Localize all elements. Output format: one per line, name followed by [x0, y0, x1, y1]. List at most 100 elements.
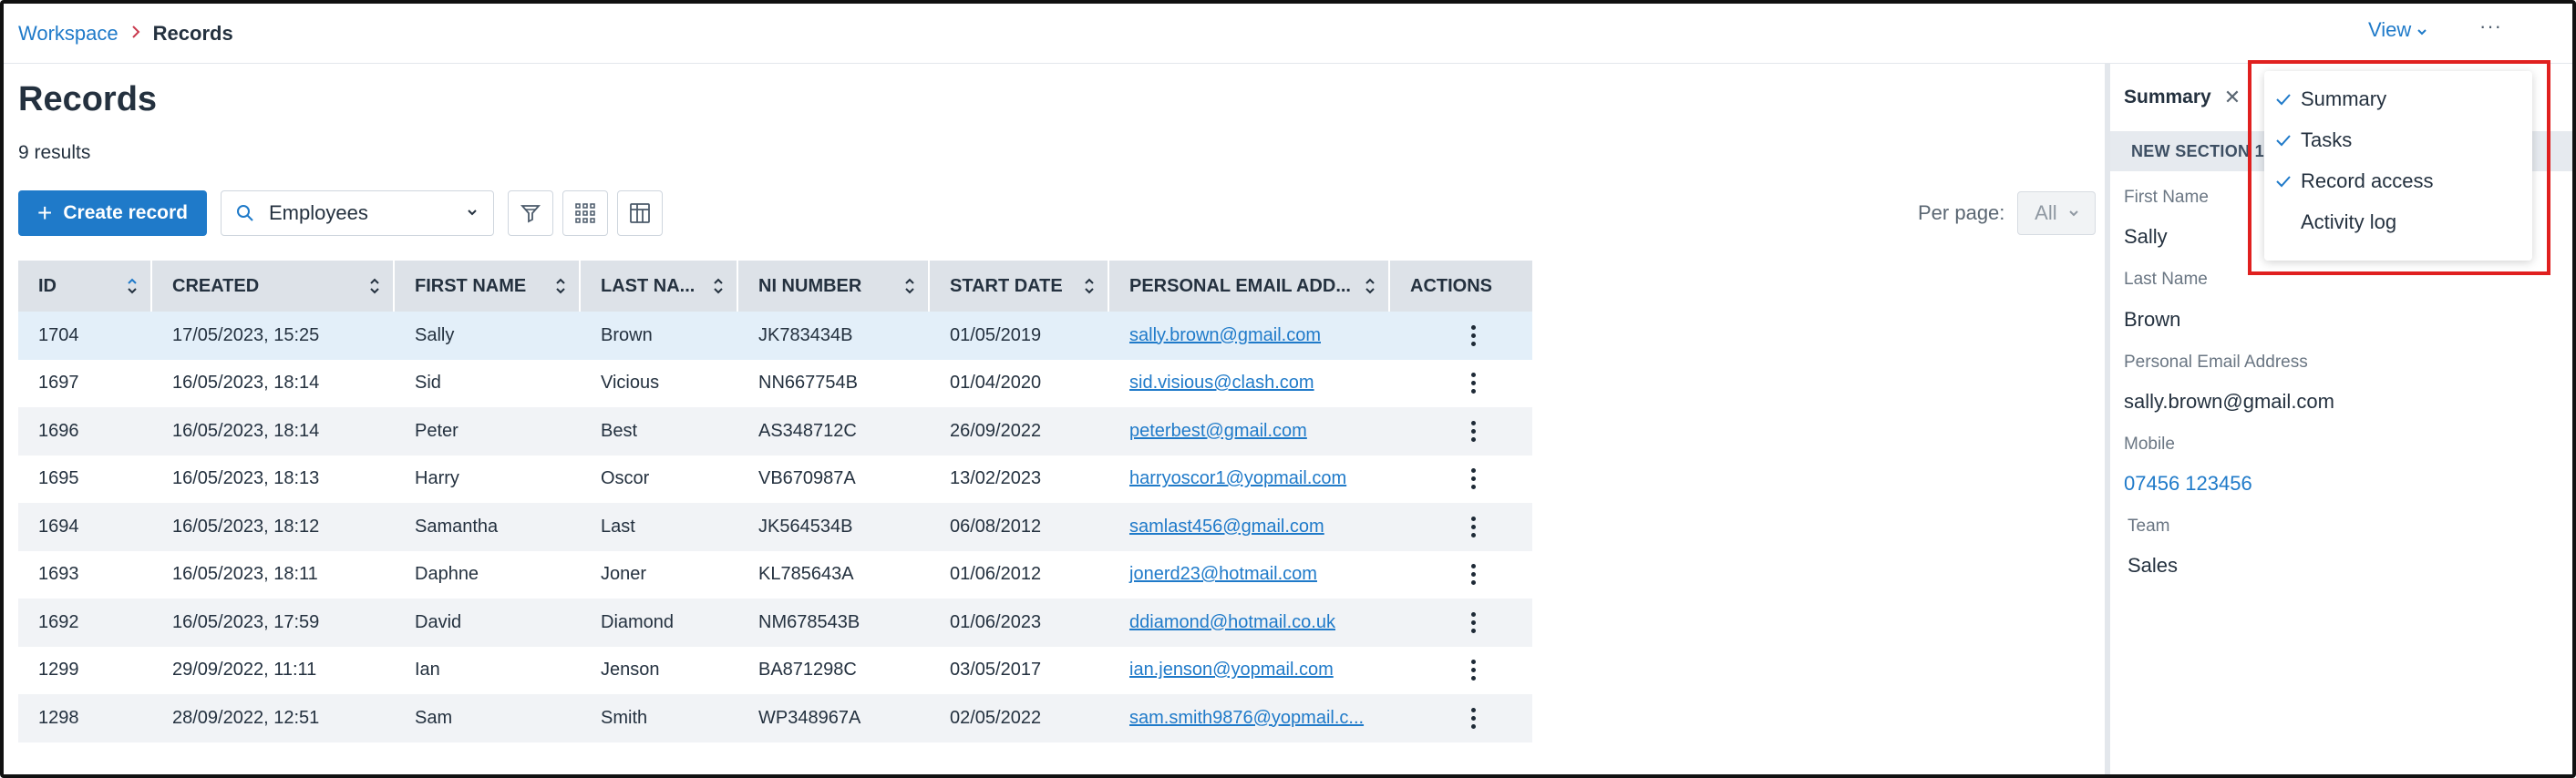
col-start-date-cell: 06/08/2012: [950, 516, 1042, 537]
field-value-mobile[interactable]: 07456 123456: [2124, 472, 2252, 496]
col-id-cell: 1693: [38, 564, 79, 585]
row-actions-kebab-icon[interactable]: [1468, 373, 1479, 394]
create-record-button[interactable]: + Create record: [18, 190, 207, 236]
menu-item-tasks[interactable]: Tasks: [2264, 119, 2532, 160]
plus-icon: +: [37, 199, 53, 227]
row-actions-kebab-icon[interactable]: [1468, 564, 1479, 586]
column-header-label: ACTIONS: [1410, 275, 1492, 296]
more-options-button[interactable]: ···: [2479, 15, 2502, 38]
email-link[interactable]: ian.jenson@yopmail.com: [1129, 660, 1334, 680]
field-value-last-name: Brown: [2124, 308, 2181, 331]
col-ni-number-cell: NN667754B: [758, 373, 858, 394]
table-row[interactable]: 1694 16/05/2023, 18:12 Samantha Last JK56453…: [18, 503, 1532, 551]
sort-icon[interactable]: [713, 277, 724, 301]
menu-item-activity-log[interactable]: Activity log: [2264, 201, 2532, 242]
table-row[interactable]: 1704 17/05/2023, 15:25 Sally Brown JK783434B…: [18, 312, 1532, 360]
col-personal-email-cell: samlast456@gmail.com: [1109, 517, 1390, 537]
col-first-name-cell: Samantha: [415, 516, 499, 537]
row-actions-kebab-icon[interactable]: [1468, 468, 1479, 490]
col-personal-email-header[interactable]: PERSONAL EMAIL ADD...: [1109, 261, 1390, 312]
email-link[interactable]: jonerd23@hotmail.com: [1129, 564, 1317, 584]
filter-button[interactable]: [508, 190, 553, 236]
col-personal-email-cell: jonerd23@hotmail.com: [1109, 564, 1390, 585]
col-created-cell: 17/05/2023, 15:25: [172, 324, 320, 345]
table-row[interactable]: 1695 16/05/2023, 18:13 Harry Oscor VB670987A…: [18, 456, 1532, 504]
email-link[interactable]: ddiamond@hotmail.co.uk: [1129, 612, 1335, 632]
sort-icon[interactable]: [369, 277, 380, 301]
col-created-header[interactable]: CREATED: [152, 261, 395, 312]
grid-icon: [575, 203, 595, 223]
col-id-header[interactable]: ID: [18, 261, 152, 312]
sort-icon[interactable]: [1084, 277, 1095, 301]
col-created-cell: 29/09/2022, 11:11: [172, 660, 317, 681]
row-actions-kebab-icon[interactable]: [1468, 660, 1479, 681]
email-link[interactable]: sid.visious@clash.com: [1129, 373, 1314, 393]
email-link[interactable]: sam.smith9876@yopmail.c...: [1129, 708, 1364, 728]
sort-icon[interactable]: [904, 277, 915, 301]
col-last-name-cell: Joner: [601, 564, 647, 585]
sort-icon[interactable]: [1365, 277, 1376, 301]
col-id-cell: 1696: [38, 420, 79, 441]
col-start-date-cell: 03/05/2017: [950, 660, 1042, 681]
per-page-select[interactable]: All: [2017, 191, 2097, 235]
table-header: ID CREATED FIRST NAME LAST NA... NI NUMBER ST…: [18, 261, 1532, 312]
entity-select[interactable]: Employees: [221, 190, 494, 236]
menu-item-label: Summary: [2301, 87, 2387, 110]
table-row[interactable]: 1697 16/05/2023, 18:14 Sid Vicious NN667754B…: [18, 360, 1532, 408]
email-link[interactable]: sally.brown@gmail.com: [1129, 325, 1321, 345]
col-actions-cell: [1390, 373, 1532, 394]
row-actions-kebab-icon[interactable]: [1468, 707, 1479, 729]
close-icon[interactable]: ✕: [2224, 86, 2241, 109]
sort-icon[interactable]: [127, 277, 138, 301]
col-start-date-cell: 01/04/2020: [950, 373, 1042, 394]
col-first-name-cell: Sally: [415, 324, 455, 345]
chevron-down-icon: [2068, 210, 2078, 217]
field-value-email: sally.brown@gmail.com: [2124, 390, 2334, 413]
grid-view-button[interactable]: [562, 190, 608, 236]
table-row[interactable]: 1299 29/09/2022, 11:11 Ian Jenson BA871298C 0…: [18, 647, 1532, 695]
top-bar: Workspace Records: [4, 4, 2572, 64]
create-record-label: Create record: [63, 202, 188, 223]
columns-settings-button[interactable]: [617, 190, 663, 236]
row-actions-kebab-icon[interactable]: [1468, 324, 1479, 346]
col-id-cell: 1694: [38, 516, 79, 537]
col-ni-number-cell: JK783434B: [758, 324, 853, 345]
column-header-label: START DATE: [950, 275, 1063, 296]
col-last-name-cell: Vicious: [601, 373, 660, 394]
col-personal-email-cell: sid.visious@clash.com: [1109, 373, 1390, 394]
field-value-first-name: Sally: [2124, 225, 2168, 248]
row-actions-kebab-icon[interactable]: [1468, 420, 1479, 442]
col-id-cell: 1697: [38, 373, 79, 394]
col-last-name-header[interactable]: LAST NA...: [581, 261, 738, 312]
menu-item-record-access[interactable]: Record access: [2264, 160, 2532, 201]
table-row[interactable]: 1693 16/05/2023, 18:11 Daphne Joner KL785643…: [18, 551, 1532, 599]
tab-summary[interactable]: Summary ✕: [2124, 86, 2241, 109]
col-created-cell: 16/05/2023, 18:13: [172, 468, 320, 489]
col-last-name-cell: Best: [601, 420, 638, 441]
col-created-cell: 16/05/2023, 18:14: [172, 420, 320, 441]
col-start-date-cell: 02/05/2022: [950, 707, 1042, 728]
col-first-name-header[interactable]: FIRST NAME: [395, 261, 581, 312]
breadcrumb-workspace-link[interactable]: Workspace: [18, 22, 118, 46]
table-row[interactable]: 1696 16/05/2023, 18:14 Peter Best AS348712C 2…: [18, 407, 1532, 456]
col-first-name-cell: Harry: [415, 468, 459, 489]
chevron-down-icon: [2416, 18, 2427, 42]
col-ni-number-header[interactable]: NI NUMBER: [738, 261, 930, 312]
field-label-team: Team: [2128, 517, 2170, 536]
col-actions-cell: [1390, 420, 1532, 442]
table-row[interactable]: 1298 28/09/2022, 12:51 Sam Smith WP348967A 02…: [18, 694, 1532, 742]
col-first-name-cell: Sid: [415, 373, 441, 394]
email-link[interactable]: samlast456@gmail.com: [1129, 517, 1324, 537]
email-link[interactable]: harryoscor1@yopmail.com: [1129, 468, 1346, 488]
view-menu-button[interactable]: View: [2368, 18, 2427, 42]
table-row[interactable]: 1692 16/05/2023, 17:59 David Diamond NM67854…: [18, 599, 1532, 647]
menu-item-summary[interactable]: Summary: [2264, 78, 2532, 119]
row-actions-kebab-icon[interactable]: [1468, 611, 1479, 633]
email-link[interactable]: peterbest@gmail.com: [1129, 421, 1307, 441]
sort-icon[interactable]: [555, 277, 566, 301]
col-personal-email-cell: sally.brown@gmail.com: [1109, 325, 1390, 346]
col-created-cell: 28/09/2022, 12:51: [172, 707, 320, 728]
row-actions-kebab-icon[interactable]: [1468, 516, 1479, 537]
col-start-date-cell: 01/06/2012: [950, 564, 1042, 585]
col-start-date-header[interactable]: START DATE: [930, 261, 1109, 312]
